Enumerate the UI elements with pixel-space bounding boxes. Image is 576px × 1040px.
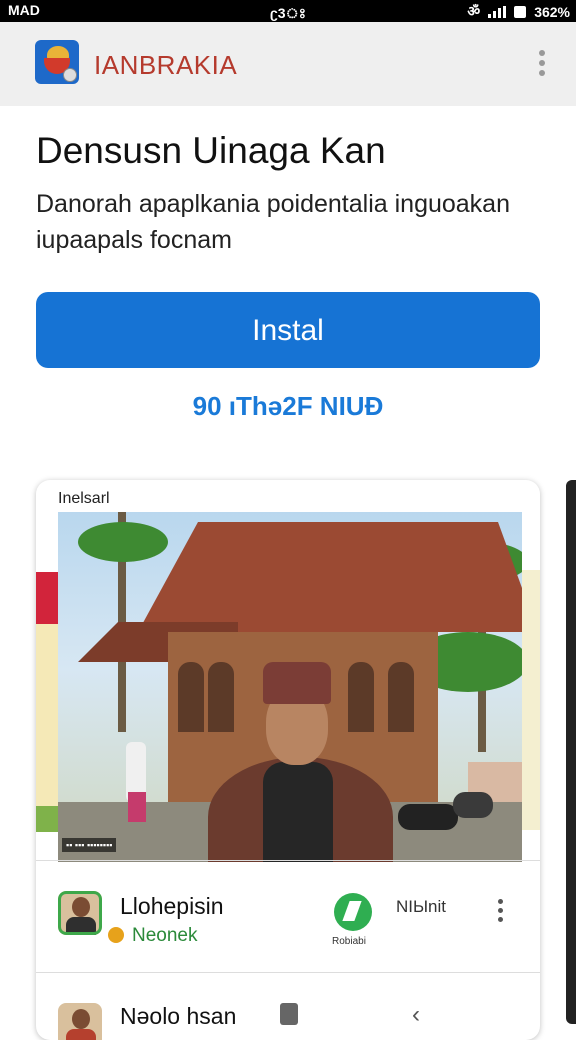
install-meta-link[interactable]: 90 ıThə2F NIUƉ	[0, 391, 576, 422]
card-label: Inelsarl	[58, 490, 110, 507]
app-bar: IANBRAKIA	[0, 22, 576, 106]
list-item-title: Nəolo hsan	[120, 1003, 237, 1029]
avatar	[58, 891, 102, 935]
battery-icon	[514, 5, 527, 18]
right-strip	[520, 570, 540, 830]
list-item[interactable]: Nəolo hsan ‹	[36, 972, 540, 1040]
battery-level: 362%	[534, 3, 570, 20]
person-hat	[263, 662, 331, 704]
featured-image[interactable]: ▪▪ ▪▪▪ ▪▪▪▪▪▪▪▪	[58, 512, 522, 862]
chevron-left-icon[interactable]: ‹	[412, 1001, 420, 1029]
next-card-peek	[566, 480, 576, 1024]
person-scarf	[263, 762, 333, 862]
app-name: IANBRAKIA	[94, 50, 238, 80]
window	[388, 662, 414, 732]
status-bar: MAD ʗ3ঃ ॐ 362%	[0, 0, 576, 22]
side-strip	[36, 572, 58, 832]
window	[178, 662, 204, 732]
background-person-skirt	[128, 792, 146, 822]
list-item[interactable]: Llohepisin Neonek Robiabi NIЫnit	[36, 860, 540, 961]
wifi-icon: ॐ	[467, 3, 481, 19]
badge-icon	[108, 927, 124, 943]
list-item-title: Llohepisin	[120, 893, 224, 919]
image-caption: ▪▪ ▪▪▪ ▪▪▪▪▪▪▪▪	[62, 838, 117, 852]
whatsapp-label: Robiabi	[332, 936, 366, 947]
app-logo-icon[interactable]	[35, 40, 79, 84]
window	[208, 662, 234, 732]
content-card: Inelsarl ▪▪ ▪▪▪ ▪▪▪▪▪▪▪▪ Llohepisin Neon…	[36, 480, 540, 1040]
install-button[interactable]: Instal	[36, 292, 540, 368]
motorbike	[453, 792, 493, 818]
status-icons: ॐ 362%	[467, 2, 570, 21]
bookmark-icon[interactable]	[280, 1003, 298, 1025]
whatsapp-icon[interactable]	[334, 893, 372, 931]
more-vert-icon[interactable]	[498, 899, 504, 926]
list-item-subtitle: Neonek	[132, 925, 198, 946]
list-item-meta: NIЫnit	[396, 897, 447, 916]
motorbike	[398, 804, 458, 830]
more-vert-icon[interactable]	[538, 50, 546, 78]
page-description: Danorah apaplkania poidentalia inguoakan…	[36, 190, 510, 254]
house-roof	[138, 522, 522, 632]
signal-icon	[488, 5, 507, 18]
status-carrier: MAD	[8, 2, 40, 18]
avatar	[58, 1003, 102, 1040]
page-title: Densusn Uinaga Kan	[36, 130, 386, 171]
window	[348, 662, 374, 732]
